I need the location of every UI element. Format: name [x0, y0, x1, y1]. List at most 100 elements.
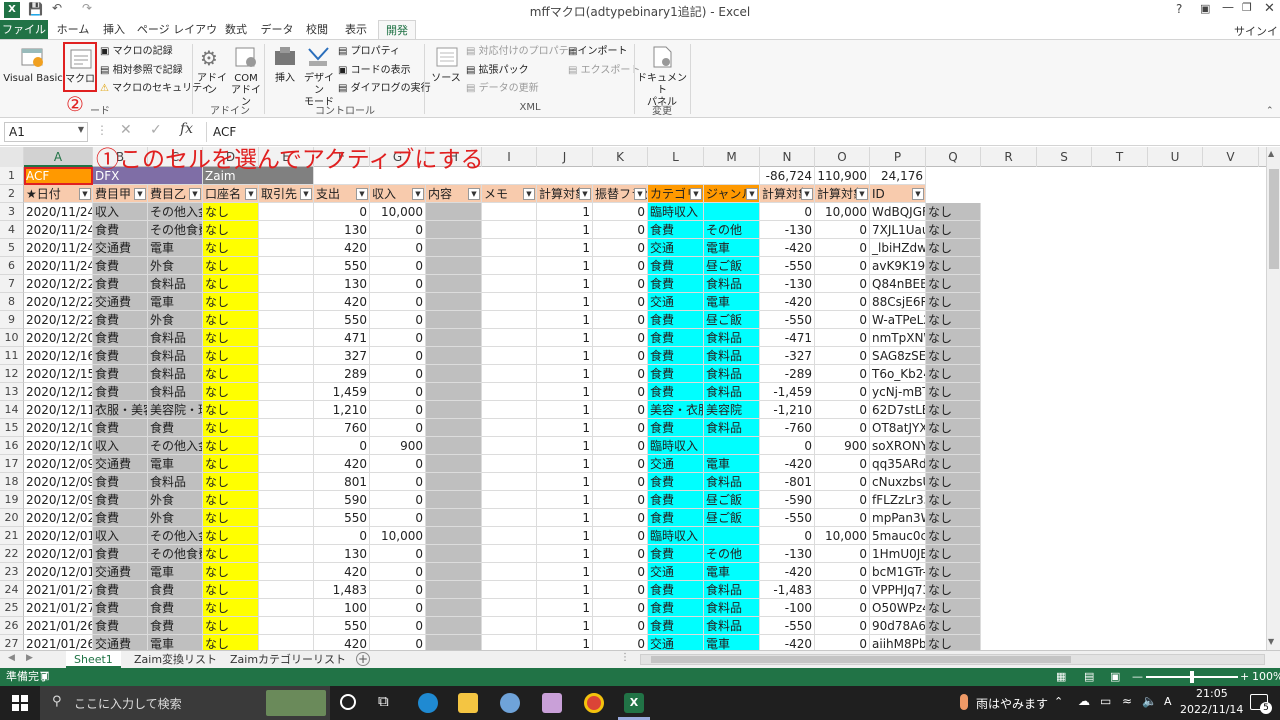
- header-cell[interactable]: 支出 ▼: [314, 185, 370, 203]
- cell-account[interactable]: なし: [203, 473, 259, 491]
- cell-empty[interactable]: [259, 527, 314, 545]
- cell-genre[interactable]: 食料品: [704, 347, 760, 365]
- row-header[interactable]: 27: [0, 635, 24, 650]
- header-cell[interactable]: 計算対象 ▼: [537, 185, 593, 203]
- cell-id[interactable]: aiihM8PbF: [870, 635, 926, 650]
- cell-empty[interactable]: [426, 311, 482, 329]
- cell-calc-n[interactable]: -590: [760, 491, 815, 509]
- col-header-m[interactable]: M: [704, 147, 760, 167]
- cell-calc-o[interactable]: 10,000: [815, 527, 870, 545]
- cell-category1[interactable]: 収入: [93, 437, 148, 455]
- cell-id[interactable]: avK9K19T: [870, 257, 926, 275]
- row-header[interactable]: 4: [0, 221, 24, 239]
- cell-calc-target[interactable]: 1: [537, 617, 593, 635]
- cell-expense[interactable]: 420: [314, 635, 370, 650]
- filter-dropdown-icon[interactable]: ▼: [468, 188, 480, 200]
- cell-expense[interactable]: 760: [314, 419, 370, 437]
- cell-empty[interactable]: [259, 383, 314, 401]
- cortana-icon[interactable]: [340, 694, 356, 710]
- cell-calc-target[interactable]: 1: [537, 347, 593, 365]
- cell-empty[interactable]: [259, 617, 314, 635]
- cell-empty[interactable]: [426, 473, 482, 491]
- cell-calc-target[interactable]: 1: [537, 599, 593, 617]
- cell-empty[interactable]: [259, 509, 314, 527]
- notification-icon[interactable]: 5: [1250, 694, 1272, 714]
- cell-account[interactable]: なし: [203, 437, 259, 455]
- cell-genre[interactable]: 昼ご飯: [704, 257, 760, 275]
- cell-income[interactable]: 0: [370, 383, 426, 401]
- cell-genre[interactable]: 昼ご飯: [704, 311, 760, 329]
- sheet-tab-zaim-convert[interactable]: Zaim変換リスト: [126, 651, 225, 668]
- cell-income[interactable]: 0: [370, 455, 426, 473]
- cell-income[interactable]: 10,000: [370, 527, 426, 545]
- header-cell[interactable]: 費目乙 ▼: [148, 185, 203, 203]
- restore-button[interactable]: ❐: [1242, 1, 1252, 14]
- cell-extra[interactable]: なし: [926, 617, 981, 635]
- cell-transfer-flag[interactable]: 0: [593, 581, 648, 599]
- cell-calc-n[interactable]: -550: [760, 617, 815, 635]
- horizontal-scrollbar[interactable]: [640, 654, 1265, 665]
- cell-id[interactable]: OT8atJYXl: [870, 419, 926, 437]
- cell-extra[interactable]: なし: [926, 419, 981, 437]
- cell-category[interactable]: 臨時収入: [648, 527, 704, 545]
- cell-genre[interactable]: 電車: [704, 455, 760, 473]
- header-cell[interactable]: 取引先 ▼: [259, 185, 314, 203]
- cell-income[interactable]: 0: [370, 275, 426, 293]
- cell-category[interactable]: 食費: [648, 473, 704, 491]
- cell-empty[interactable]: [426, 455, 482, 473]
- cell-category2[interactable]: 外食: [148, 491, 203, 509]
- cell-empty[interactable]: [482, 365, 537, 383]
- cell-genre[interactable]: 電車: [704, 239, 760, 257]
- cell-income[interactable]: 0: [370, 635, 426, 650]
- row-header[interactable]: 25: [0, 599, 24, 617]
- cell-empty[interactable]: [426, 401, 482, 419]
- cell-expense[interactable]: 550: [314, 257, 370, 275]
- cell-calc-n[interactable]: -420: [760, 563, 815, 581]
- tab-view[interactable]: 表示: [338, 20, 374, 39]
- cell-empty[interactable]: [482, 275, 537, 293]
- row-header[interactable]: 11: [0, 347, 24, 365]
- cell-empty[interactable]: [259, 581, 314, 599]
- cell-n1[interactable]: -86,724: [760, 167, 815, 185]
- tab-formulas[interactable]: 数式: [220, 20, 252, 39]
- cell-category[interactable]: 食費: [648, 311, 704, 329]
- cell-calc-n[interactable]: -1,483: [760, 581, 815, 599]
- cell-calc-o[interactable]: 0: [815, 221, 870, 239]
- import-button[interactable]: ▤インポート: [568, 45, 627, 59]
- cell-extra[interactable]: なし: [926, 257, 981, 275]
- insert-function-button[interactable]: fx: [180, 121, 193, 137]
- scroll-up-icon[interactable]: ▲: [1268, 149, 1274, 158]
- cell-empty[interactable]: [259, 347, 314, 365]
- cell-empty[interactable]: [426, 599, 482, 617]
- row-header[interactable]: 9: [0, 311, 24, 329]
- cell-category2[interactable]: 美容院・理容: [148, 401, 203, 419]
- cell-id[interactable]: nmTpXNW: [870, 329, 926, 347]
- network-icon[interactable]: ▭: [1100, 694, 1111, 708]
- cell-category2[interactable]: 電車: [148, 563, 203, 581]
- sheet-prev-icon[interactable]: ◀: [8, 653, 15, 663]
- cell-category1[interactable]: 食費: [93, 257, 148, 275]
- header-cell[interactable]: 収入 ▼: [370, 185, 426, 203]
- cell-expense[interactable]: 801: [314, 473, 370, 491]
- header-cell[interactable]: ID ▼: [870, 185, 926, 203]
- cell-empty[interactable]: [482, 203, 537, 221]
- cell-empty[interactable]: [259, 293, 314, 311]
- cell-category1[interactable]: 交通費: [93, 635, 148, 650]
- cell-income[interactable]: 0: [370, 545, 426, 563]
- cell-empty[interactable]: [259, 275, 314, 293]
- row-header[interactable]: 2: [0, 185, 24, 203]
- cell-date[interactable]: 2020/12/01: [24, 545, 93, 563]
- cell-calc-o[interactable]: 0: [815, 401, 870, 419]
- cell-expense[interactable]: 420: [314, 239, 370, 257]
- ime-indicator[interactable]: A: [1164, 695, 1172, 708]
- cell-empty[interactable]: [482, 599, 537, 617]
- cell-expense[interactable]: 420: [314, 563, 370, 581]
- zoom-out-button[interactable]: —: [1132, 668, 1143, 686]
- cell-empty[interactable]: [426, 581, 482, 599]
- cell-category[interactable]: 食費: [648, 329, 704, 347]
- cell-genre[interactable]: 電車: [704, 293, 760, 311]
- cell-calc-target[interactable]: 1: [537, 473, 593, 491]
- header-cell[interactable]: メモ ▼: [482, 185, 537, 203]
- col-header-o[interactable]: O: [815, 147, 870, 167]
- cell-category2[interactable]: その他食費: [148, 545, 203, 563]
